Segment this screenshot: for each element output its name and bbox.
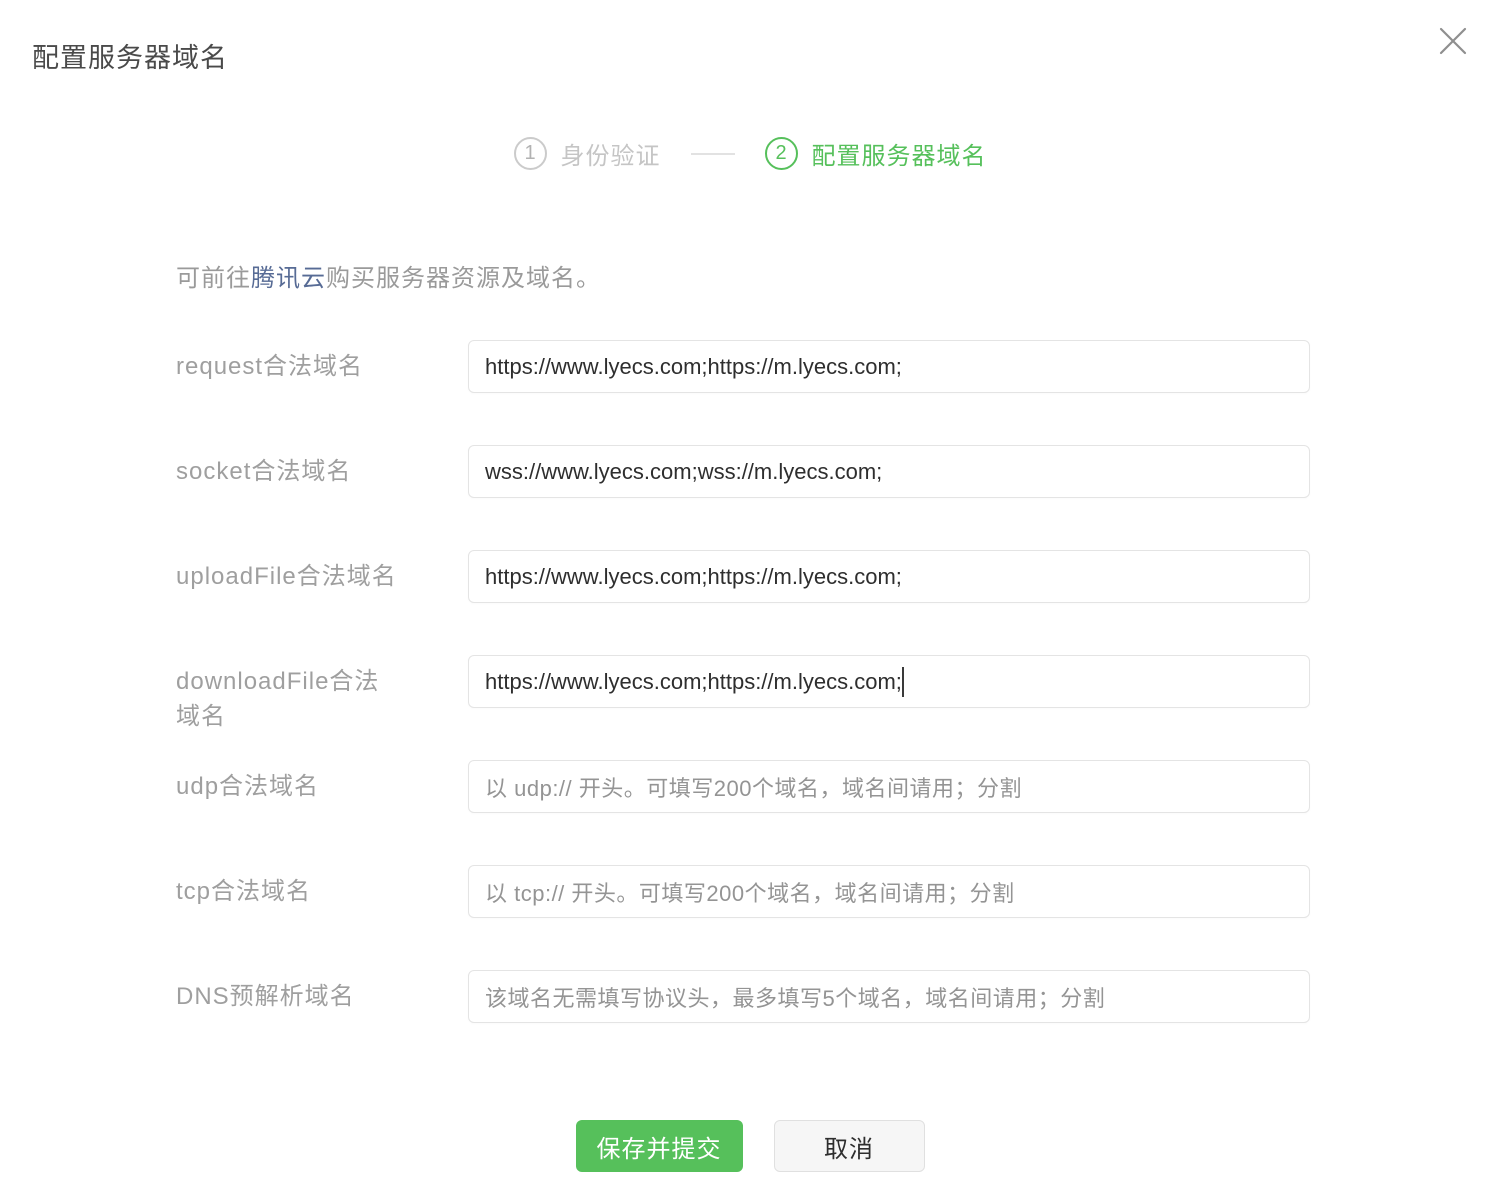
step-connector-line (690, 152, 735, 155)
step-1-circle: 1 (513, 137, 547, 170)
udp-domain-input[interactable]: 以 udp:// 开头。可填写200个域名，域名间请用；分割 (468, 760, 1310, 813)
step-configure-server-domain: 2 配置服务器域名 (764, 136, 987, 171)
socket-domain-value: wss://www.lyecs.com;wss://m.lyecs.com; (485, 458, 883, 484)
save-and-submit-button[interactable]: 保存并提交 (575, 1120, 743, 1172)
dialog-actions: 保存并提交 取消 (0, 1120, 1500, 1172)
tcp-domain-placeholder: 以 tcp:// 开头。可填写200个域名，域名间请用；分割 (485, 880, 1015, 906)
notice-suffix: 购买服务器资源及域名。 (326, 265, 601, 292)
form-row-request-domain: request合法域名 https://www.lyecs.com;https:… (176, 340, 1310, 393)
text-cursor (901, 666, 904, 697)
step-2-circle: 2 (764, 137, 798, 170)
form-row-tcp-domain: tcp合法域名 以 tcp:// 开头。可填写200个域名，域名间请用；分割 (176, 865, 1310, 918)
close-button[interactable] (1433, 21, 1473, 61)
dns-prefetch-domain-label: DNS预解析域名 (176, 983, 355, 1010)
uploadfile-domain-label: uploadFile合法域名 (176, 563, 397, 590)
udp-domain-placeholder: 以 udp:// 开头。可填写200个域名，域名间请用；分割 (485, 775, 1022, 801)
form-row-dns-prefetch-domain: DNS预解析域名 该域名无需填写协议头，最多填写5个域名，域名间请用；分割 (176, 970, 1310, 1023)
request-domain-input[interactable]: https://www.lyecs.com;https://m.lyecs.co… (468, 340, 1310, 393)
step-identity-verification: 1 身份验证 (513, 136, 661, 171)
form-row-socket-domain: socket合法域名 wss://www.lyecs.com;wss://m.l… (176, 445, 1310, 498)
close-icon (1439, 27, 1467, 55)
step-1-label: 身份验证 (560, 143, 661, 170)
cancel-button[interactable]: 取消 (773, 1120, 925, 1172)
form-row-udp-domain: udp合法域名 以 udp:// 开头。可填写200个域名，域名间请用；分割 (176, 760, 1310, 813)
dns-prefetch-domain-placeholder: 该域名无需填写协议头，最多填写5个域名，域名间请用；分割 (485, 985, 1106, 1011)
downloadfile-domain-value: https://www.lyecs.com;https://m.lyecs.co… (485, 668, 902, 694)
udp-domain-label: udp合法域名 (176, 773, 320, 800)
uploadfile-domain-input[interactable]: https://www.lyecs.com;https://m.lyecs.co… (468, 550, 1310, 603)
page-title: 配置服务器域名 (32, 43, 228, 73)
socket-domain-label: socket合法域名 (176, 458, 352, 485)
form-row-downloadfile-domain: downloadFile合法域名 https://www.lyecs.com;h… (176, 655, 1310, 730)
request-domain-label: request合法域名 (176, 353, 364, 380)
tencent-cloud-link[interactable]: 腾讯云 (251, 265, 326, 292)
form-row-uploadfile-domain: uploadFile合法域名 https://www.lyecs.com;htt… (176, 550, 1310, 603)
dns-prefetch-domain-input[interactable]: 该域名无需填写协议头，最多填写5个域名，域名间请用；分割 (468, 970, 1310, 1023)
request-domain-value: https://www.lyecs.com;https://m.lyecs.co… (485, 353, 902, 379)
stepper: 1 身份验证 2 配置服务器域名 (0, 136, 1500, 171)
uploadfile-domain-value: https://www.lyecs.com;https://m.lyecs.co… (485, 563, 902, 589)
domain-config-form: request合法域名 https://www.lyecs.com;https:… (176, 340, 1310, 1075)
notice-prefix: 可前往 (176, 265, 251, 292)
tcp-domain-input[interactable]: 以 tcp:// 开头。可填写200个域名，域名间请用；分割 (468, 865, 1310, 918)
downloadfile-domain-label: downloadFile合法域名 (176, 668, 380, 730)
downloadfile-domain-input[interactable]: https://www.lyecs.com;https://m.lyecs.co… (468, 655, 1310, 708)
tencent-cloud-notice: 可前往腾讯云购买服务器资源及域名。 (176, 258, 601, 293)
socket-domain-input[interactable]: wss://www.lyecs.com;wss://m.lyecs.com; (468, 445, 1310, 498)
step-2-label: 配置服务器域名 (811, 143, 987, 170)
tcp-domain-label: tcp合法域名 (176, 878, 312, 905)
